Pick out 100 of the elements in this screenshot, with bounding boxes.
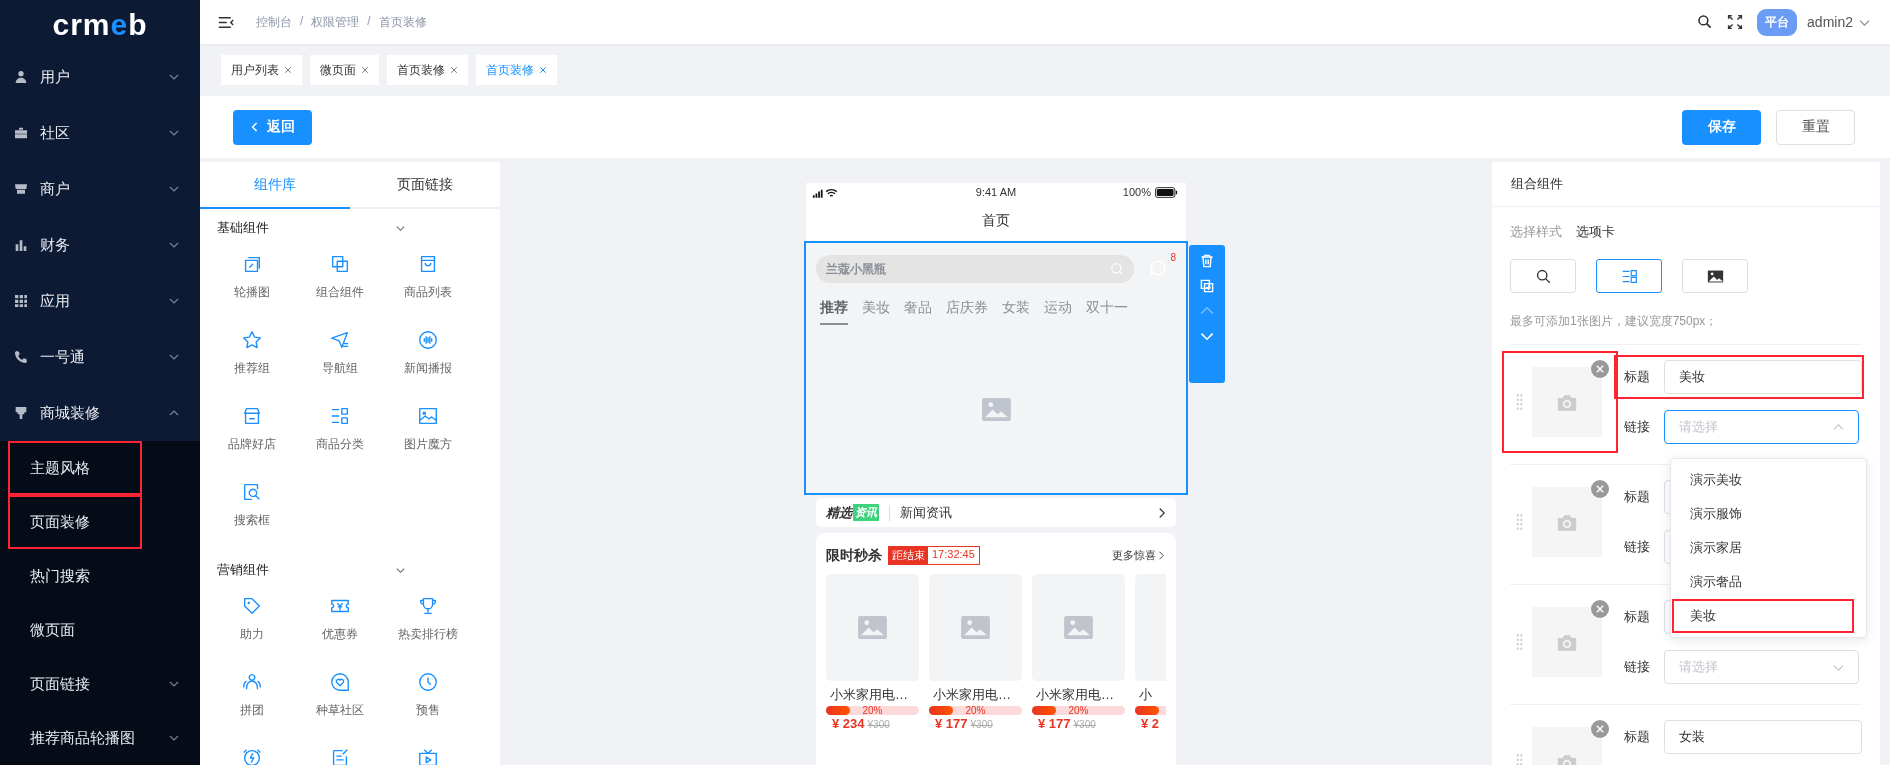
tv-icon[interactable] — [417, 747, 439, 765]
back-button[interactable]: 返回 — [233, 109, 312, 145]
tabs-style-button[interactable] — [1596, 259, 1662, 293]
clock-icon[interactable] — [417, 671, 439, 693]
news-brand: 精选 — [826, 503, 852, 522]
reset-button[interactable]: 重置 — [1776, 109, 1855, 145]
component-label[interactable]: 助力 — [240, 626, 264, 643]
component-label[interactable]: 组合组件 — [316, 284, 364, 301]
product-price: ¥ 234 — [832, 716, 865, 731]
tag-icon[interactable] — [241, 595, 263, 617]
component-label[interactable]: 预售 — [416, 702, 440, 719]
user-menu[interactable]: admin2 — [1807, 14, 1853, 30]
dropdown-option[interactable]: 演示美妆 — [1672, 463, 1854, 497]
squares-icon[interactable] — [329, 253, 351, 275]
component-label[interactable]: 种草社区 — [316, 702, 364, 719]
submenu-item[interactable]: 页面装修 — [10, 497, 140, 547]
original-price: ¥300 — [867, 719, 890, 730]
flash-sale-title: 限时秒杀 — [826, 546, 882, 565]
submenu-item[interactable]: 主题风格 — [10, 443, 140, 493]
sidebar-item[interactable]: 社区 — [0, 105, 200, 161]
remove-icon[interactable] — [1591, 360, 1609, 378]
search-icon — [1534, 267, 1552, 285]
sound-wave-icon[interactable] — [417, 329, 439, 351]
component-label[interactable]: 新闻播报 — [404, 360, 452, 377]
component-label[interactable]: 导航组 — [322, 360, 358, 377]
drag-handle-icon[interactable] — [1516, 512, 1523, 532]
search-icon[interactable] — [1697, 14, 1714, 30]
panel-tab[interactable]: 组件库 — [200, 162, 350, 209]
sidebar-item[interactable]: 应用 — [0, 273, 200, 329]
save-button[interactable]: 保存 — [1682, 109, 1761, 145]
image-placeholder-icon — [858, 616, 887, 639]
drag-handle-icon[interactable] — [1516, 392, 1523, 412]
title-field[interactable]: 美妆 — [1664, 360, 1862, 394]
sidebar-label: 应用 — [40, 291, 71, 311]
sidebar-item[interactable]: 用户 — [0, 49, 200, 105]
chevron-left-icon — [250, 121, 259, 133]
trophy-icon[interactable] — [417, 595, 439, 617]
sidebar-item[interactable]: 商户 — [0, 161, 200, 217]
list-icon[interactable] — [329, 405, 351, 427]
category-tab[interactable]: 推荐 — [820, 299, 848, 325]
alarm-icon[interactable] — [241, 747, 263, 765]
product-name: 小米家用电… — [830, 686, 909, 704]
product-price: ¥ 2 — [1141, 716, 1160, 731]
fullscreen-icon[interactable] — [1727, 14, 1744, 30]
dropdown-option[interactable]: 演示服饰 — [1672, 497, 1854, 531]
shop-icon[interactable] — [241, 405, 263, 427]
submenu-item[interactable]: 推荐商品轮播图 — [10, 713, 140, 763]
component-label[interactable]: 图片魔方 — [404, 436, 452, 453]
trash-icon[interactable] — [1199, 253, 1215, 269]
component-label[interactable]: 轮播图 — [234, 284, 270, 301]
close-icon[interactable] — [361, 66, 369, 74]
component-label[interactable]: 商品分类 — [316, 436, 364, 453]
component-label[interactable]: 热卖排行榜 — [398, 626, 458, 643]
panel-tab[interactable]: 页面链接 — [350, 162, 500, 207]
page-tab[interactable]: 微页面 — [310, 55, 379, 85]
submenu-item[interactable]: 微页面 — [10, 605, 140, 655]
remove-icon[interactable] — [1591, 480, 1609, 498]
search-style-button[interactable] — [1510, 259, 1576, 293]
sidebar-item[interactable]: 商城装修 — [0, 385, 200, 441]
dropdown-option[interactable]: 美妆 — [1672, 599, 1854, 633]
close-icon[interactable] — [450, 66, 458, 74]
image-slot[interactable] — [1504, 353, 1616, 451]
drag-handle-icon[interactable] — [1516, 632, 1523, 652]
countdown-time: 17:32:45 — [931, 547, 976, 562]
remove-icon[interactable] — [1591, 600, 1609, 618]
brush-icon — [13, 405, 29, 421]
dropdown-option[interactable]: 演示家居 — [1672, 531, 1854, 565]
section-title: 基础组件 — [217, 219, 269, 237]
status-time: 9:41 AM — [974, 186, 1018, 198]
copy-icon[interactable] — [1199, 278, 1215, 294]
menu-icon[interactable] — [218, 15, 234, 29]
submenu-item[interactable]: 热门搜索 — [10, 551, 140, 601]
star-icon[interactable] — [241, 329, 263, 351]
sidebar-item[interactable]: 财务 — [0, 217, 200, 273]
title-field[interactable]: 女装 — [1664, 720, 1862, 754]
heart-chat-icon[interactable] — [329, 671, 351, 693]
component-label[interactable]: 优惠券 — [322, 626, 358, 643]
component-label[interactable]: 拼团 — [240, 702, 264, 719]
search-icon — [1110, 262, 1124, 276]
send-icon[interactable] — [329, 329, 351, 351]
close-icon[interactable] — [539, 66, 547, 74]
sidebar-item[interactable]: 一号通 — [0, 329, 200, 385]
battery-level: 100% — [1122, 186, 1151, 198]
submenu-item[interactable]: 页面链接 — [10, 659, 140, 709]
image-icon[interactable] — [417, 405, 439, 427]
component-label[interactable]: 搜索框 — [234, 512, 270, 529]
image-style-button[interactable] — [1682, 259, 1748, 293]
news-bar[interactable]: 精选 资讯 新闻资讯 — [816, 498, 1176, 527]
page-tab[interactable]: 用户列表 — [221, 55, 302, 85]
dropdown-option[interactable]: 演示奢品 — [1672, 565, 1854, 599]
more-link[interactable]: 更多惊喜 — [1112, 548, 1156, 563]
component-label[interactable]: 推荐组 — [234, 360, 270, 377]
component-label[interactable]: 商品列表 — [404, 284, 452, 301]
page-tab[interactable]: 首页装修 — [387, 55, 468, 85]
product-name: 小米家用电… — [933, 686, 1012, 704]
component-label[interactable]: 品牌好店 — [228, 436, 276, 453]
close-icon[interactable] — [284, 66, 292, 74]
remove-icon[interactable] — [1591, 720, 1609, 738]
list-icon — [1620, 267, 1638, 285]
page-tab[interactable]: 首页装修 — [476, 55, 557, 85]
